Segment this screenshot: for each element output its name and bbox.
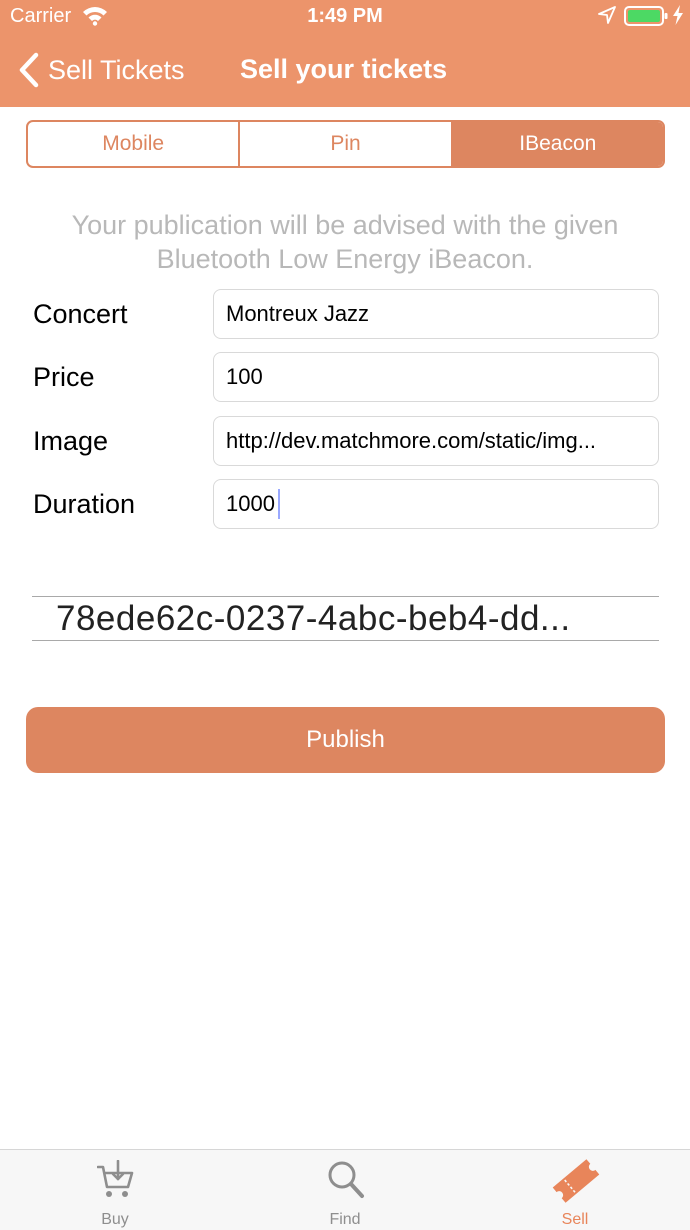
concert-row: Concert [0,289,690,339]
page-title: Sell your tickets [240,54,448,84]
location-icon [598,6,616,24]
back-button[interactable]: Sell Tickets [18,50,185,90]
price-label: Price [33,362,95,392]
price-input[interactable] [213,352,659,402]
charge-icon [673,5,683,25]
image-label: Image [33,426,109,456]
status-time: 1:49 PM [307,5,383,27]
concert-input[interactable] [213,289,659,339]
mode-segmented-control: Mobile Pin IBeacon [26,120,665,168]
tab-find[interactable]: Find [230,1150,460,1230]
tab-sell-label: Sell [561,1211,589,1228]
publish-button[interactable]: Publish [26,707,665,773]
tab-bar: Buy Find Sell [0,1149,690,1230]
segment-mobile[interactable]: Mobile [28,122,238,166]
tab-buy[interactable]: Buy [0,1150,230,1230]
segment-pin[interactable]: Pin [238,122,450,166]
ticket-icon [552,1159,600,1203]
beacon-uuid-text: 78ede62c-0237-4abc-beb4-dd... [56,599,571,638]
status-bar: Carrier 1:49 PM [0,0,690,34]
duration-label: Duration [33,489,136,519]
concert-label: Concert [33,299,128,329]
price-row: Price [0,352,690,402]
text-cursor [278,489,280,519]
chevron-left-icon [19,52,39,88]
image-row: Image [0,416,690,466]
tab-find-label: Find [329,1211,361,1228]
ibeacon-info-text: Your publication will be advised with th… [71,210,619,274]
battery-icon [624,6,668,26]
beacon-uuid-field[interactable]: 78ede62c-0237-4abc-beb4-dd... [32,596,659,641]
segment-ibeacon[interactable]: IBeacon [450,122,663,166]
image-url-input[interactable] [213,416,659,466]
cart-icon [97,1160,134,1197]
search-icon [328,1161,364,1198]
header: Carrier 1:49 PM Sell Tickets Sell your t… [0,0,690,107]
tab-buy-label: Buy [101,1211,129,1228]
tab-sell[interactable]: Sell [460,1150,690,1230]
duration-row: Duration [0,479,690,529]
nav-bar: Sell Tickets Sell your tickets [0,34,690,107]
back-label: Sell Tickets [48,54,185,85]
